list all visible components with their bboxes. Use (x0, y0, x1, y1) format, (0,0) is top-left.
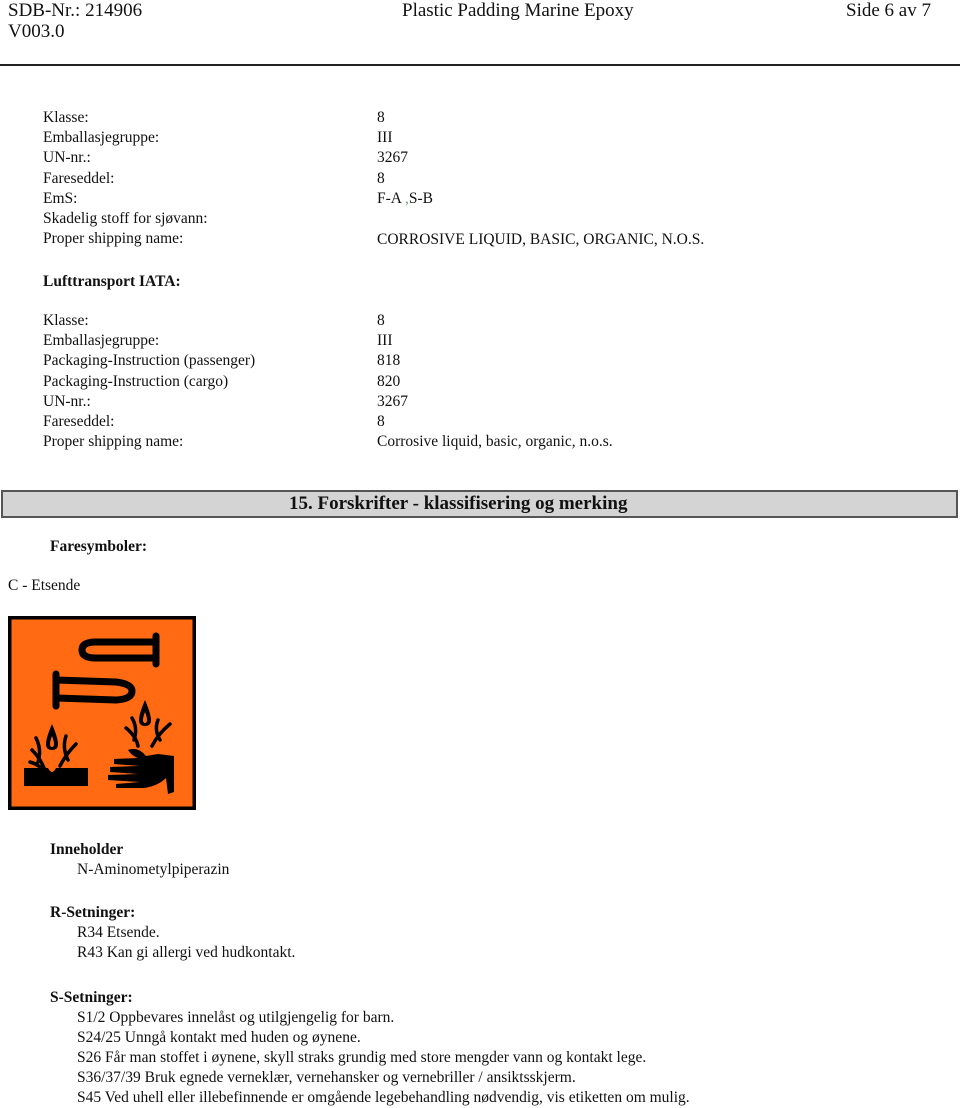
ems-spill-code: S-B (408, 189, 433, 207)
row-label: Skadelig stoff for sjøvann: (43, 209, 208, 227)
row-label: Proper shipping name: (43, 230, 184, 248)
row-value: Corrosive liquid, basic, organic, n.o.s. (377, 433, 613, 451)
product-name: Plastic Padding Marine Epoxy (402, 0, 634, 21)
row-value: F-A ,S-B (377, 189, 433, 209)
list-item: N-Aminometylpiperazin (77, 861, 230, 878)
row-value: 820 (377, 372, 401, 390)
contains-heading: Inneholder (50, 841, 124, 858)
ems-fire-code: F-A (377, 189, 402, 207)
page-number: Side 6 av 7 (846, 0, 931, 21)
row-label: Klasse: (43, 109, 89, 126)
row-label: Proper shipping name: (43, 433, 184, 451)
doc-version: V003.0 (8, 21, 65, 42)
r-phrases-heading: R-Setninger: (50, 904, 136, 921)
list-item: S36/37/39 Bruk egnede verneklær, verneha… (77, 1069, 576, 1086)
row-value: 8 (377, 312, 385, 329)
row-label: Fareseddel: (43, 169, 115, 187)
list-item: S1/2 Oppbevares innelåst og utilgjengeli… (77, 1009, 395, 1026)
metal-bar (24, 768, 88, 786)
s-phrases-heading: S-Setninger: (50, 989, 133, 1006)
list-item: R43 Kan gi allergi ved hudkontakt. (77, 944, 296, 961)
row-value: 818 (377, 352, 401, 370)
row-label: UN-nr.: (43, 149, 91, 167)
row-label: Emballasjegruppe: (43, 332, 160, 350)
row-label: Fareseddel: (43, 412, 115, 430)
doc-number: SDB-Nr.: 214906 (8, 0, 143, 21)
section-header-bar: 15. Forskrifter - klassifisering og merk… (1, 490, 958, 518)
row-value: 3267 (377, 392, 408, 410)
row-label: Packaging-Instruction (passenger) (43, 352, 256, 370)
corrosive-pictogram-icon (7, 615, 197, 811)
hazard-symbol-label: C - Etsende (8, 577, 81, 594)
list-item: S24/25 Unngå kontakt med huden og øynene… (77, 1029, 361, 1046)
row-value: 3267 (377, 149, 408, 167)
row-label: EmS: (43, 189, 78, 207)
header-divider (0, 64, 960, 66)
row-value: CORROSIVE LIQUID, BASIC, ORGANIC, N.O.S. (377, 231, 705, 249)
row-label: Klasse: (43, 312, 89, 329)
row-value: III (377, 129, 393, 147)
section-title: 15. Forskrifter - klassifisering og merk… (289, 493, 628, 514)
row-value: 8 (377, 169, 385, 187)
row-value: III (377, 332, 393, 350)
list-item: R34 Etsende. (77, 924, 160, 941)
row-label: Emballasjegruppe: (43, 129, 160, 147)
hazard-symbols-heading: Faresymboler: (50, 538, 147, 555)
row-value: 8 (377, 412, 385, 430)
row-label: UN-nr.: (43, 392, 91, 410)
row-value: 8 (377, 109, 385, 126)
row-label: Packaging-Instruction (cargo) (43, 372, 229, 390)
air-transport-heading: Lufttransport IATA: (43, 273, 181, 290)
list-item: S26 Får man stoffet i øynene, skyll stra… (77, 1049, 647, 1066)
list-item: S45 Ved uhell eller illebefinnende er om… (77, 1089, 690, 1106)
